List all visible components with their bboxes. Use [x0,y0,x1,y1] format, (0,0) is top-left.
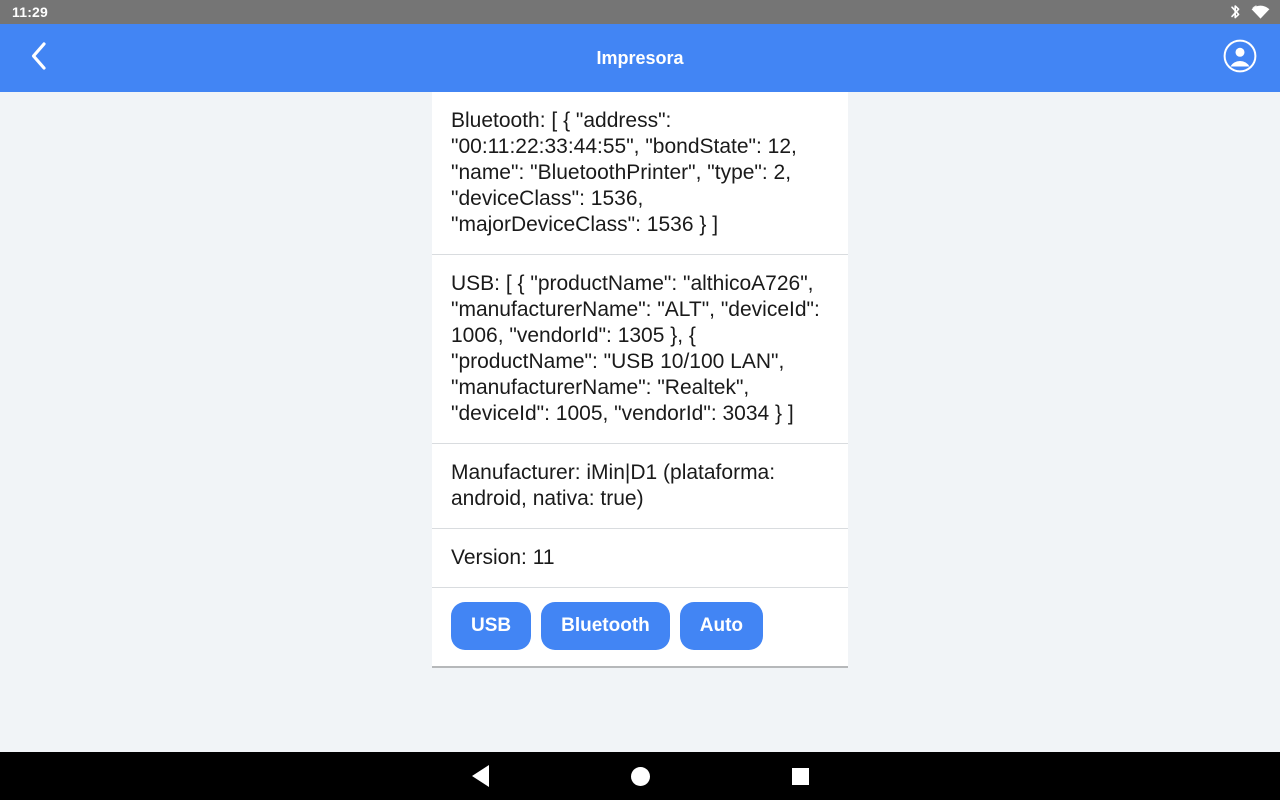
back-button[interactable] [18,37,60,79]
chevron-left-icon [29,41,49,76]
wifi-icon [1251,4,1270,20]
content-area: Bluetooth: [ { "address": "00:11:22:33:4… [0,92,1280,752]
square-recents-icon [791,767,809,785]
nav-recents-button[interactable] [720,752,880,800]
android-nav-bar [0,752,1280,800]
printer-info-card: Bluetooth: [ { "address": "00:11:22:33:4… [432,92,848,668]
nav-back-button[interactable] [400,752,560,800]
app-bar: Impresora [0,24,1280,92]
bluetooth-icon [1230,4,1241,20]
nav-home-button[interactable] [560,752,720,800]
usb-info-section: USB: [ { "productName": "althicoA726", "… [432,254,848,443]
usb-info-text: USB: [ { "productName": "althicoA726", "… [451,272,826,425]
manufacturer-info-text: Manufacturer: iMin|D1 (plataforma: andro… [451,461,781,510]
circle-home-icon [630,766,650,786]
account-circle-icon [1223,39,1257,78]
usb-button[interactable]: USB [451,602,532,650]
auto-button[interactable]: Auto [679,602,764,650]
version-info-section: Version: 11 [432,528,848,587]
account-button[interactable] [1218,36,1262,80]
page-title: Impresora [596,47,684,68]
version-info-text: Version: 11 [451,546,555,569]
triangle-back-icon [471,765,489,787]
bluetooth-info-text: Bluetooth: [ { "address": "00:11:22:33:4… [451,109,803,236]
bluetooth-button[interactable]: Bluetooth [541,602,670,650]
status-clock: 11:29 [12,4,49,20]
bluetooth-info-section: Bluetooth: [ { "address": "00:11:22:33:4… [432,92,848,254]
status-bar: 11:29 [0,0,1280,24]
manufacturer-info-section: Manufacturer: iMin|D1 (plataforma: andro… [432,443,848,528]
app-screen: 11:29 Impresora Bluetooth: [{"address"… [0,0,1280,800]
connection-buttons-row: USB Bluetooth Auto [432,587,848,666]
status-bar-icons [1230,4,1270,20]
